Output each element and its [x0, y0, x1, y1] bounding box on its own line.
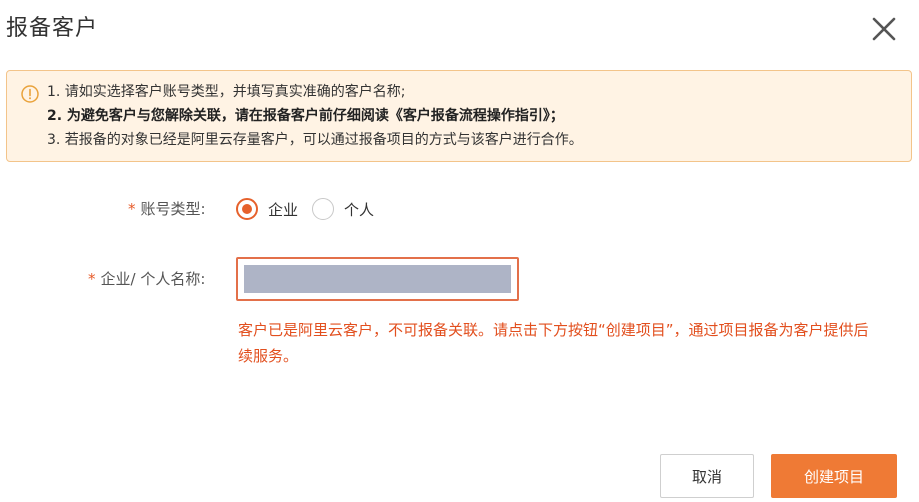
radio-enterprise-label: 企业: [268, 200, 299, 219]
notice-line-2: 2. 为避免客户与您解除关联，请在报备客户前仔细阅读《客户报备流程操作指引》；: [47, 108, 564, 124]
account-type-radio-group: 企业 个人: [236, 198, 388, 220]
cancel-button[interactable]: 取消: [660, 454, 754, 498]
report-customer-dialog: 报备客户 1. 请如实选择客户账号类型，并填写真实准确的客户名称; 2. 为避免…: [0, 0, 919, 502]
customer-name-field[interactable]: [236, 257, 519, 301]
notice-banner: 1. 请如实选择客户账号类型，并填写真实准确的客户名称; 2. 为避免客户与您解…: [6, 70, 912, 162]
radio-checked-icon[interactable]: [236, 198, 258, 220]
account-type-label: * 账号类型:: [128, 198, 206, 219]
customer-name-input[interactable]: [244, 265, 511, 293]
required-mark: *: [128, 200, 136, 218]
notice-line-1: 1. 请如实选择客户账号类型，并填写真实准确的客户名称;: [47, 84, 406, 100]
close-icon[interactable]: [871, 16, 897, 42]
notice-line-3: 3. 若报备的对象已经是阿里云存量客户，可以通过报备项目的方式与该客户进行合作。: [47, 132, 583, 148]
required-mark: *: [88, 270, 96, 288]
warning-circle-icon: [21, 85, 39, 103]
create-project-button[interactable]: 创建项目: [771, 454, 897, 498]
account-type-label-text: 账号类型:: [140, 200, 206, 218]
name-label-text: 企业/ 个人名称:: [100, 270, 206, 288]
radio-personal[interactable]: 个人: [312, 198, 374, 220]
radio-unchecked-icon[interactable]: [312, 198, 335, 220]
radio-enterprise[interactable]: 企业: [236, 198, 298, 220]
radio-personal-label: 个人: [344, 200, 375, 219]
dialog-title: 报备客户: [6, 16, 99, 41]
name-label: * 企业/ 个人名称:: [88, 268, 205, 289]
error-message: 客户已是阿里云客户，不可报备关联。请点击下方按钮“创建项目”，通过项目报备为客户…: [238, 321, 869, 365]
